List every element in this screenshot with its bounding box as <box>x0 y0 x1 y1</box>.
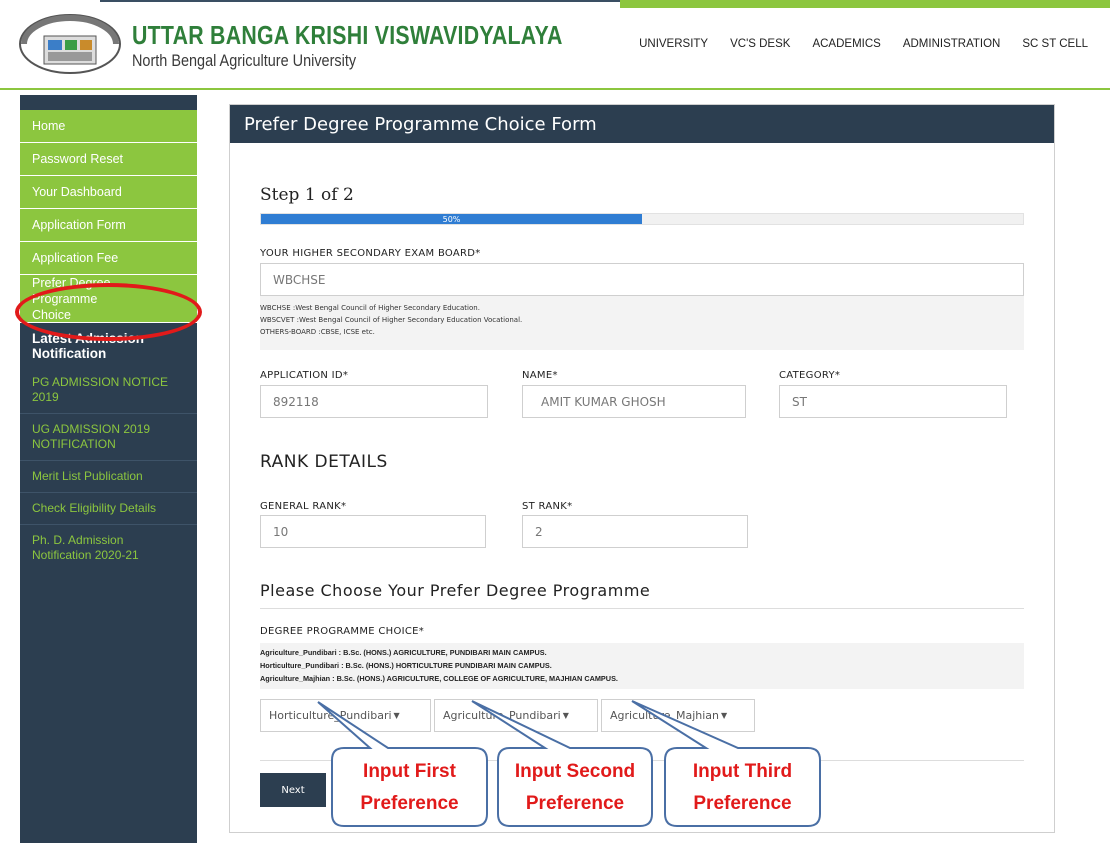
second-preference-value: Agriculture_Pundibari <box>443 709 561 722</box>
application-id-label: APPLICATION ID* <box>260 370 349 381</box>
progress-fill: 50% <box>261 214 642 224</box>
choice-info-agri-pundibari: Agriculture_Pundibari : B.Sc. (HONS.) AG… <box>260 648 547 657</box>
callout-first-line1: Input First <box>363 761 456 782</box>
help-line-wbchse: WBCHSE :West Bengal Council of Higher Se… <box>260 304 480 312</box>
second-preference-select[interactable]: Agriculture_Pundibari ▼ <box>434 699 598 732</box>
sidebar-link-eligibility[interactable]: Check Eligibility Details <box>20 493 197 525</box>
sidebar-link-pg-admission[interactable]: PG ADMISSION NOTICE 2019 <box>20 367 197 414</box>
callout-second-line2: Preference <box>525 793 625 814</box>
choice-info-agri-majhian: Agriculture_Majhian : B.Sc. (HONS.) AGRI… <box>260 674 618 683</box>
help-line-wbscvet: WBSCVET :West Bengal Council of Higher S… <box>260 316 523 324</box>
callout-second-line1: Input Second <box>514 761 636 782</box>
exam-board-field[interactable]: WBCHSE <box>260 263 1024 296</box>
category-label: CATEGORY* <box>779 370 841 381</box>
nav-academics[interactable]: ACADEMICS <box>812 38 880 50</box>
rank-details-heading: RANK DETAILS <box>260 452 388 472</box>
nav-sc-st-cell[interactable]: SC ST CELL <box>1022 38 1088 50</box>
chevron-down-icon: ▼ <box>562 711 569 720</box>
choice-info-horti-pundibari: Horticulture_Pundibari : B.Sc. (HONS.) H… <box>260 661 552 670</box>
brand-subtitle: North Bengal Agriculture University <box>132 51 357 70</box>
exam-board-label: YOUR HIGHER SECONDARY EXAM BOARD* <box>260 248 481 259</box>
sidebar-item-application-fee[interactable]: Application Fee <box>20 242 197 275</box>
section-divider <box>260 608 1024 609</box>
application-id-field[interactable]: 892118 <box>260 385 488 418</box>
category-field[interactable]: ST <box>779 385 1007 418</box>
sidebar-link-ug-admission[interactable]: UG ADMISSION 2019 NOTIFICATION <box>20 414 197 461</box>
choose-programme-heading: Please Choose Your Prefer Degree Program… <box>260 581 651 600</box>
name-label: NAME* <box>522 370 558 381</box>
sidebar-item-home[interactable]: Home <box>20 110 197 143</box>
st-rank-field[interactable]: 2 <box>522 515 748 548</box>
progress-bar: 50% <box>260 213 1024 225</box>
callout-third-line1: Input Third <box>692 761 793 782</box>
st-rank-label: ST RANK* <box>522 501 573 512</box>
first-preference-select[interactable]: Horticulture_Pundibari ▼ <box>260 699 431 732</box>
help-line-others: OTHERS-BOARD :CBSE, ICSE etc. <box>260 328 375 336</box>
form-title: Prefer Degree Programme Choice Form <box>230 105 1054 143</box>
sidebar-link-phd-admission[interactable]: Ph. D. Admission Notification 2020-21 <box>20 525 197 571</box>
first-preference-value: Horticulture_Pundibari <box>269 709 392 722</box>
third-preference-value: Agriculture_Majhian <box>610 709 720 722</box>
brand-title[interactable]: UTTAR BANGA KRISHI VISWAVIDYALAYA <box>132 20 563 51</box>
sidebar-item-dashboard[interactable]: Your Dashboard <box>20 176 197 209</box>
nav-vcs-desk[interactable]: VC'S DESK <box>730 38 790 50</box>
general-rank-field[interactable]: 10 <box>260 515 486 548</box>
step-indicator: Step 1 of 2 <box>260 185 354 205</box>
top-rule <box>100 0 620 2</box>
nav-administration[interactable]: ADMINISTRATION <box>903 38 1001 50</box>
third-preference-select[interactable]: Agriculture_Majhian ▼ <box>601 699 755 732</box>
nav-university[interactable]: UNIVERSITY <box>639 38 708 50</box>
callout-first-line2: Preference <box>360 793 459 814</box>
sidebar: Home Password Reset Your Dashboard Appli… <box>20 95 197 843</box>
header-divider <box>0 88 1110 90</box>
university-logo[interactable] <box>18 14 123 74</box>
chevron-down-icon: ▼ <box>721 711 728 720</box>
sidebar-item-password-reset[interactable]: Password Reset <box>20 143 197 176</box>
callout-first-preference: Input First Preference <box>334 756 485 820</box>
highlight-oval-annotation <box>15 283 202 341</box>
sidebar-item-application-form[interactable]: Application Form <box>20 209 197 242</box>
chevron-down-icon: ▼ <box>393 711 400 720</box>
choice-form-panel: Prefer Degree Programme Choice Form Step… <box>229 104 1055 833</box>
top-navigation: UNIVERSITY VC'S DESK ACADEMICS ADMINISTR… <box>639 38 1088 50</box>
next-button[interactable]: Next <box>260 773 326 807</box>
general-rank-label: GENERAL RANK* <box>260 501 347 512</box>
exam-board-help: WBCHSE :West Bengal Council of Higher Se… <box>260 296 1024 350</box>
top-accent-bar <box>620 0 1110 8</box>
name-field[interactable]: AMIT KUMAR GHOSH <box>522 385 746 418</box>
degree-choice-info: Agriculture_Pundibari : B.Sc. (HONS.) AG… <box>260 643 1024 689</box>
callout-third-line2: Preference <box>693 793 792 814</box>
callout-second-preference: Input Second Preference <box>500 756 650 820</box>
degree-choice-label: DEGREE PROGRAMME CHOICE* <box>260 626 425 637</box>
callout-third-preference: Input Third Preference <box>667 756 818 820</box>
sidebar-link-merit-list[interactable]: Merit List Publication <box>20 461 197 493</box>
